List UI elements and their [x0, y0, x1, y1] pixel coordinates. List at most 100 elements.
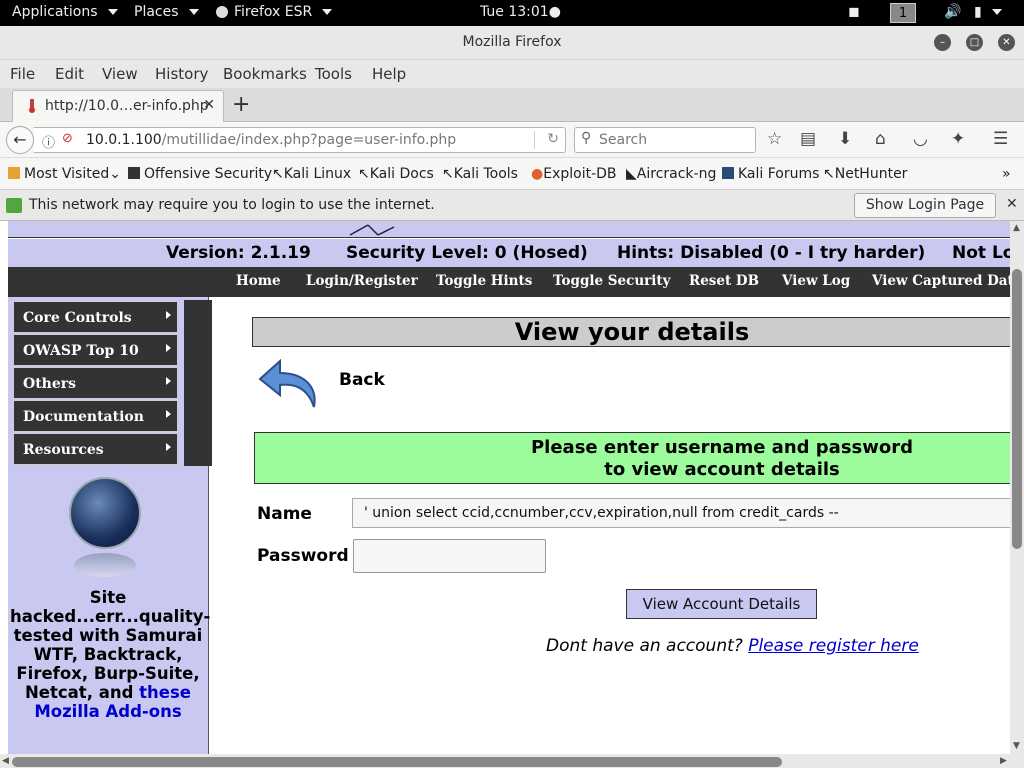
nav-reset-db[interactable]: Reset DB: [689, 273, 759, 289]
menu-bookmarks[interactable]: Bookmarks: [223, 65, 307, 83]
menu-edit[interactable]: Edit: [55, 65, 84, 83]
bookmark-kali-docs[interactable]: ↖Kali Docs: [358, 166, 434, 182]
window-title-bar: Mozilla Firefox – □ ✕: [0, 26, 1024, 60]
instruction-banner: Please enter username and password to vi…: [254, 432, 1010, 484]
nav-home[interactable]: Home: [236, 273, 281, 289]
home-icon[interactable]: ⌂: [875, 129, 886, 149]
kali-icon: ↖: [272, 166, 284, 182]
chevron-right-icon: [166, 377, 171, 385]
bookmark-kali-linux[interactable]: ↖Kali Linux: [272, 166, 351, 182]
chevron-down-icon: [991, 9, 1002, 15]
nav-view-log[interactable]: View Log: [782, 273, 850, 289]
volume-icon[interactable]: 🔊: [944, 4, 961, 20]
gnome-top-bar: Applications Places Firefox ESR Tue 13:0…: [0, 0, 1024, 26]
applications-label: Applications: [12, 4, 98, 20]
nav-toggle-hints[interactable]: Toggle Hints: [436, 273, 532, 289]
pocket-icon[interactable]: ◡: [913, 129, 928, 149]
search-input[interactable]: ⚲ Search: [574, 127, 756, 153]
sidebar-item-documentation[interactable]: Documentation: [13, 400, 178, 432]
nav-toggle-security[interactable]: Toggle Security: [553, 273, 671, 289]
clock[interactable]: Tue 13:01●: [480, 4, 561, 20]
workspace-indicator[interactable]: 1: [890, 3, 916, 23]
sidebar-item-core-controls[interactable]: Core Controls: [13, 301, 178, 333]
url-path: /mutillidae/index.php?page=user-info.php: [161, 132, 457, 148]
scroll-left-icon[interactable]: ◀: [2, 756, 9, 766]
url-bar[interactable]: ⓘ ⊘ 10.0.1.100/mutillidae/index.php?page…: [34, 127, 566, 153]
menu-history[interactable]: History: [155, 65, 208, 83]
bookmark-kali-tools[interactable]: ↖Kali Tools: [442, 166, 518, 182]
sidebar-item-others[interactable]: Others: [13, 367, 178, 399]
menu-view[interactable]: View: [102, 65, 138, 83]
notification-text: This network may require you to login to…: [29, 197, 435, 213]
minimize-icon[interactable]: –: [934, 34, 951, 51]
vertical-scrollbar[interactable]: ▲ ▼: [1010, 221, 1024, 754]
show-login-page-button[interactable]: Show Login Page: [854, 193, 996, 218]
back-arrow-icon[interactable]: [256, 355, 320, 413]
sidebar-promo-text: Site hacked...err...quality-tested with …: [10, 588, 210, 721]
bookmark-nethunter[interactable]: ↖NetHunter: [823, 166, 907, 182]
close-notification-icon[interactable]: ✕: [1006, 196, 1018, 212]
bookmark-label: Kali Tools: [453, 166, 518, 182]
insecure-icon[interactable]: ⊘: [62, 131, 73, 146]
menu-file[interactable]: File: [10, 65, 35, 83]
firefox-app-label: Firefox ESR: [234, 4, 313, 20]
camera-icon[interactable]: ◼: [848, 4, 860, 20]
downloads-icon[interactable]: ⬇: [838, 129, 852, 149]
kali-forums-icon: [722, 167, 734, 179]
nav-view-captured-data[interactable]: View Captured Data: [872, 273, 1010, 289]
power-icon[interactable]: ▮: [974, 4, 1002, 20]
horizontal-scroll-thumb[interactable]: [12, 757, 782, 767]
tab-user-info[interactable]: http://10.0…er-info.php ✕: [12, 90, 224, 122]
bookmarks-toolbar: Most Visited⌄ Offensive Security ↖Kali L…: [0, 158, 1024, 190]
overflow-chevron-icon[interactable]: »: [1002, 166, 1011, 182]
menu-bar: File Edit View History Bookmarks Tools H…: [0, 60, 1024, 88]
menu-help[interactable]: Help: [372, 65, 406, 83]
close-icon[interactable]: ✕: [998, 34, 1015, 51]
bookmark-label: Kali Linux: [283, 166, 352, 182]
places-menu[interactable]: Places: [134, 4, 199, 20]
scroll-up-icon[interactable]: ▲: [1013, 223, 1020, 233]
scroll-right-icon[interactable]: ▶: [1000, 756, 1007, 766]
bookmark-most-visited[interactable]: Most Visited⌄: [8, 166, 121, 182]
page-title: View your details: [252, 317, 1010, 347]
back-link[interactable]: Back: [339, 370, 385, 390]
applications-menu[interactable]: Applications: [12, 4, 118, 20]
sidebar-item-owasp-top-10[interactable]: OWASP Top 10: [13, 334, 178, 366]
sidebar-item-label: Others: [23, 376, 77, 392]
new-tab-icon[interactable]: +: [232, 92, 250, 117]
password-label: Password: [257, 546, 349, 566]
reload-icon[interactable]: ↻: [547, 131, 559, 147]
menu-tools[interactable]: Tools: [315, 65, 352, 83]
password-input[interactable]: [353, 539, 546, 573]
back-button[interactable]: ←: [6, 126, 34, 154]
bookmark-aircrack-ng[interactable]: ◣Aircrack-ng: [626, 166, 716, 182]
owasp-logo-reflection: [74, 553, 136, 577]
close-tab-icon[interactable]: ✕: [203, 97, 215, 113]
bookmark-kali-forums[interactable]: Kali Forums: [722, 166, 819, 182]
nav-login-register[interactable]: Login/Register: [306, 273, 418, 289]
chevron-down-icon: [322, 9, 333, 15]
bookmark-exploit-db[interactable]: ●Exploit-DB: [531, 166, 617, 182]
vertical-scroll-thumb[interactable]: [1012, 269, 1022, 549]
url-text[interactable]: 10.0.1.100/mutillidae/index.php?page=use…: [86, 132, 456, 148]
hints-status-text: Hints: Disabled (0 - I try harder): [617, 243, 926, 263]
bookmark-offensive-security[interactable]: Offensive Security: [128, 166, 272, 182]
hamburger-menu-icon[interactable]: ☰: [993, 129, 1008, 149]
horizontal-scrollbar[interactable]: ◀ ▶: [0, 754, 1024, 768]
register-link[interactable]: Please register here: [748, 636, 919, 656]
url-host: 10.0.1.100: [86, 132, 162, 148]
kali-icon: ↖: [442, 166, 454, 182]
window-title: Mozilla Firefox: [462, 34, 562, 50]
scroll-down-icon[interactable]: ▼: [1013, 741, 1020, 751]
firefox-app-menu[interactable]: Firefox ESR: [216, 4, 333, 20]
name-input[interactable]: ' union select ccid,ccnumber,ccv,expirat…: [352, 498, 1010, 528]
view-account-details-button[interactable]: View Account Details: [626, 589, 817, 619]
chevron-down-icon: ⌄: [109, 166, 121, 182]
bookmarks-library-icon[interactable]: ▤: [800, 129, 816, 149]
sidebar-item-resources[interactable]: Resources: [13, 433, 178, 465]
url-separator: [534, 131, 535, 149]
bookmark-star-icon[interactable]: ☆: [767, 129, 782, 149]
info-icon[interactable]: ⓘ: [42, 132, 55, 151]
extension-icon[interactable]: ✦: [951, 129, 965, 149]
maximize-icon[interactable]: □: [966, 34, 983, 51]
